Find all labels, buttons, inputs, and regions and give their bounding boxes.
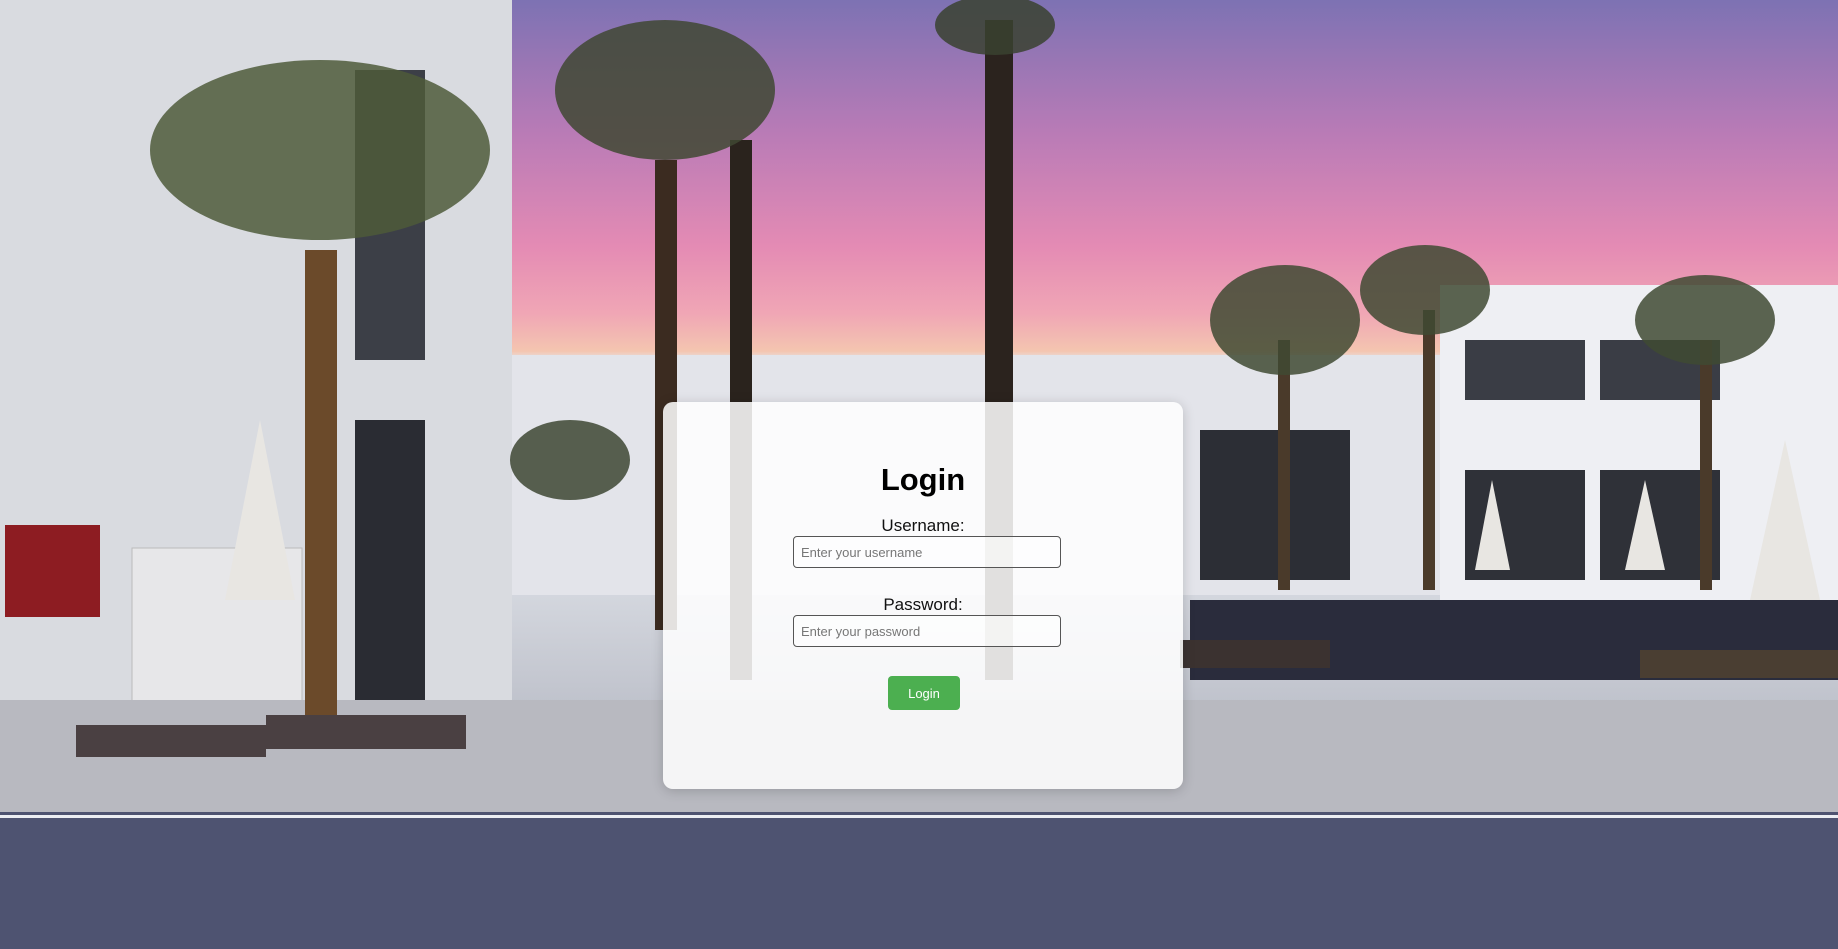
login-title: Login <box>880 462 966 497</box>
login-card: Login Username: Password: Login <box>663 402 1183 789</box>
login-button[interactable]: Login <box>888 676 960 710</box>
username-input[interactable] <box>793 536 1061 568</box>
password-label: Password: <box>883 595 963 614</box>
username-label: Username: <box>881 516 965 535</box>
password-input[interactable] <box>793 615 1061 647</box>
